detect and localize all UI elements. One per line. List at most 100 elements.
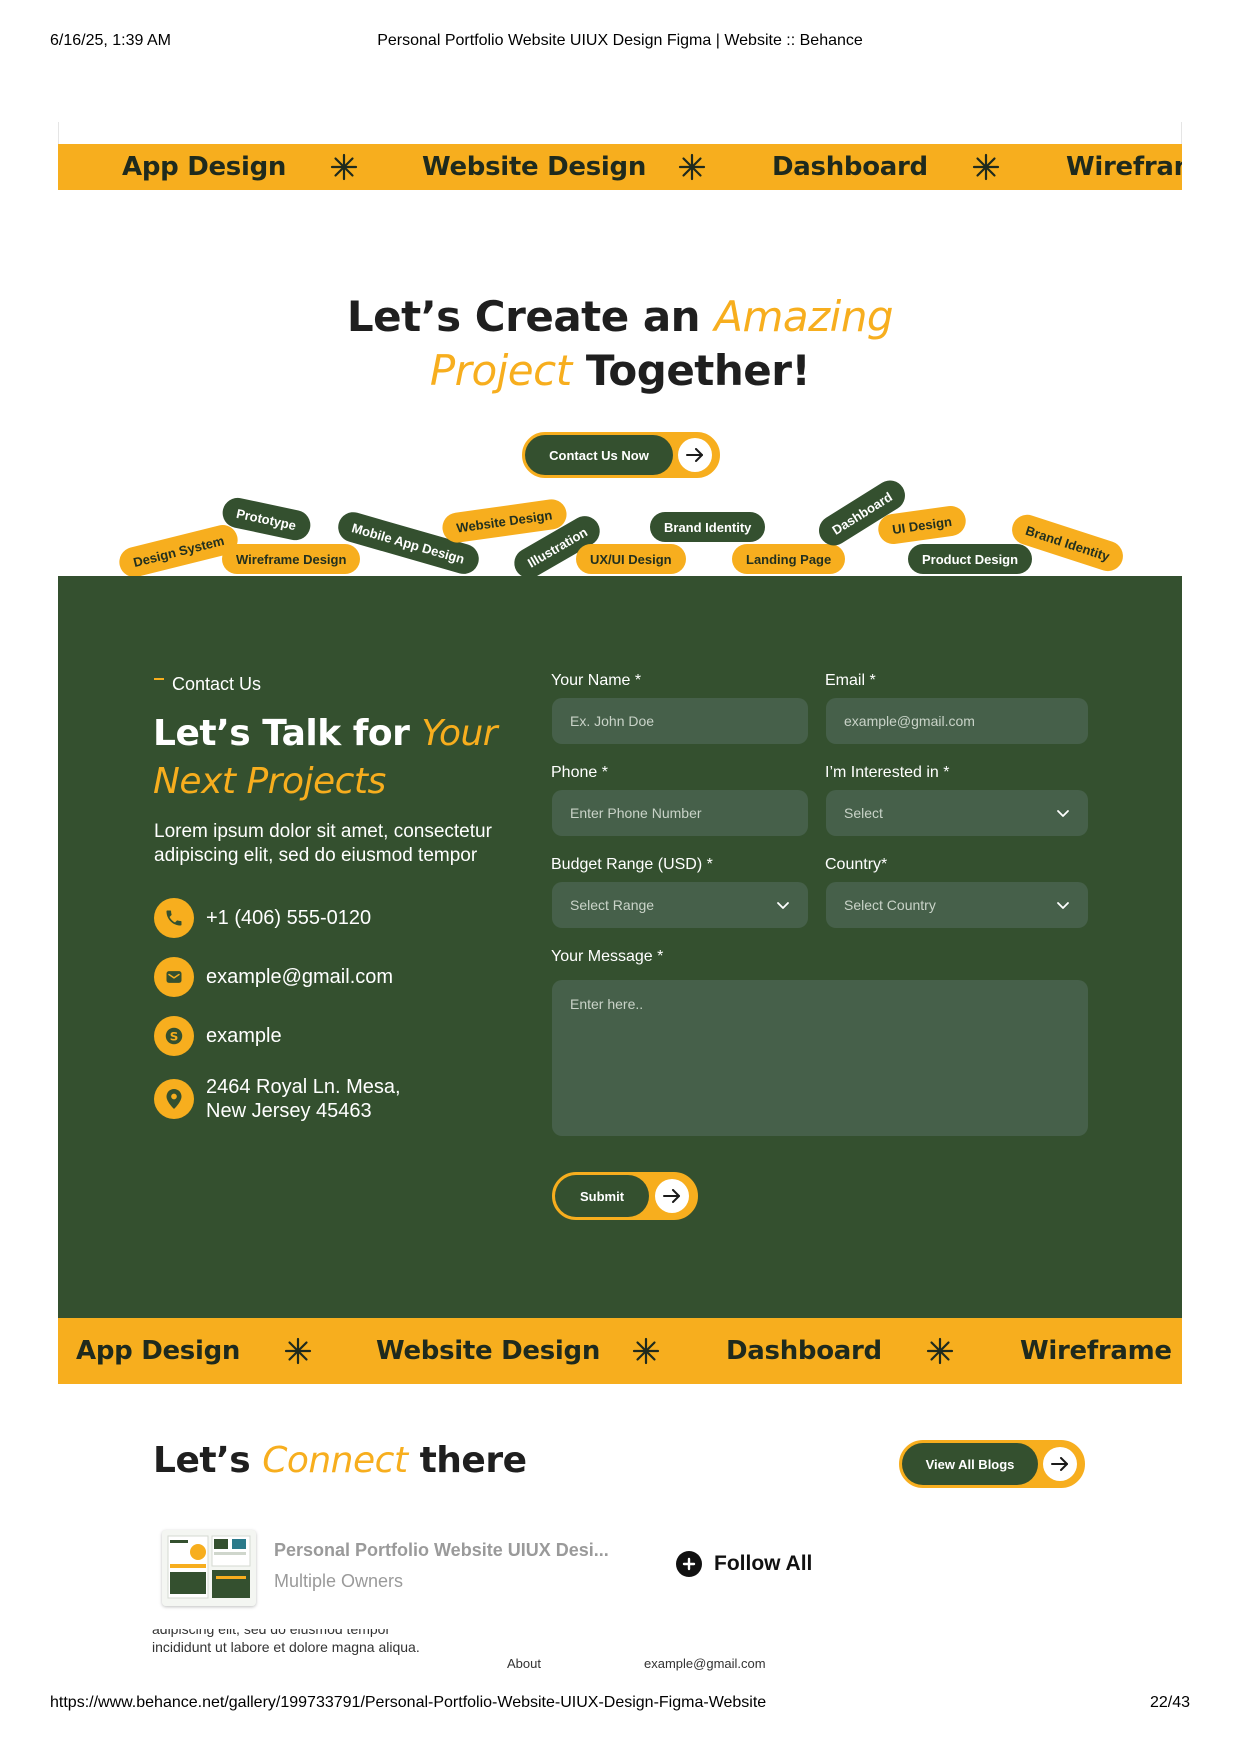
contact-eyebrow: Contact Us	[154, 674, 261, 695]
print-page-title: Personal Portfolio Website UIUX Design F…	[377, 32, 863, 49]
contact-eyebrow-label: Contact Us	[172, 674, 262, 694]
follow-all-button[interactable]: Follow All	[676, 1551, 812, 1577]
interest-label: I’m Interested in *	[825, 764, 950, 781]
svg-text:S: S	[170, 1030, 179, 1044]
marquee-item: Website Design	[422, 152, 647, 182]
tag-chip: Product Design	[908, 544, 1033, 574]
skype-handle: example	[206, 1025, 282, 1047]
phone-placeholder: Enter Phone Number	[570, 805, 702, 821]
message-textarea[interactable]: Enter here..	[552, 980, 1088, 1136]
connect-title-text: Let’s	[153, 1440, 263, 1481]
marquee-item: Dashboard	[772, 152, 928, 182]
skype-icon: S	[154, 1016, 194, 1056]
name-input[interactable]: Ex. John Doe	[552, 698, 808, 744]
chevron-down-icon	[1057, 810, 1069, 817]
footer-description: adipiscing elit, sed do eiusmod tempor i…	[152, 1629, 452, 1669]
chevron-down-icon	[777, 902, 789, 909]
tag-chip: UX/UI Design	[576, 544, 686, 574]
country-label: Country*	[825, 856, 888, 873]
email-input[interactable]: example@gmail.com	[826, 698, 1088, 744]
asterisk-icon	[926, 1337, 954, 1365]
project-owners[interactable]: Multiple Owners	[274, 1571, 403, 1592]
view-all-blogs-label: View All Blogs	[902, 1443, 1038, 1485]
asterisk-icon	[330, 153, 358, 181]
mail-icon	[154, 957, 194, 997]
email-label: Email *	[825, 672, 876, 689]
asterisk-icon	[972, 153, 1000, 181]
arrow-right-icon	[673, 438, 717, 472]
marquee-item: Website Design	[376, 1336, 601, 1366]
asterisk-icon	[284, 1337, 312, 1365]
budget-value: Select Range	[570, 897, 655, 913]
country-select[interactable]: Select Country	[826, 882, 1088, 928]
top-frame-edge	[58, 122, 1182, 144]
connect-title: Let’s Connect there	[153, 1440, 527, 1481]
print-page-number: 22/43	[1149, 1694, 1190, 1711]
address-text: 2464 Royal Ln. Mesa, New Jersey 45463	[206, 1076, 401, 1122]
interest-select[interactable]: Select	[826, 790, 1088, 836]
print-url: https://www.behance.net/gallery/19973379…	[50, 1694, 767, 1711]
contact-us-now-label: Contact Us Now	[525, 435, 673, 475]
follow-all-label: Follow All	[714, 1552, 813, 1575]
connect-title-accent: Connect	[262, 1440, 408, 1481]
location-pin-icon	[154, 1079, 194, 1119]
project-thumbnail[interactable]	[162, 1530, 256, 1606]
hero-title-text: Together!	[571, 346, 811, 395]
name-placeholder: Ex. John Doe	[570, 713, 655, 729]
marquee-item: Dashboard	[726, 1336, 882, 1366]
contact-us-now-button[interactable]: Contact Us Now	[522, 432, 720, 478]
email-row: example@gmail.com	[154, 957, 393, 997]
submit-label: Submit	[555, 1175, 649, 1217]
budget-label: Budget Range (USD) *	[551, 856, 713, 873]
email-address: example@gmail.com	[206, 966, 394, 988]
marquee-item: App Design	[76, 1336, 241, 1366]
contact-title-text: Let’s Talk for	[153, 713, 422, 754]
print-footer: https://www.behance.net/gallery/19973379…	[50, 1694, 1190, 1714]
name-label: Your Name *	[551, 672, 642, 689]
footer-email-link[interactable]: example@gmail.com	[644, 1656, 766, 1671]
project-thumbnail-graphic	[162, 1530, 256, 1606]
tag-chip: Landing Page	[732, 544, 846, 574]
footer-description-line: incididunt ut labore et dolore magna ali…	[152, 1639, 420, 1655]
phone-icon	[154, 898, 194, 938]
services-marquee-bottom: App Design Website Design Dashboard Wire…	[58, 1318, 1182, 1384]
asterisk-icon	[678, 153, 706, 181]
interest-value: Select	[844, 805, 883, 821]
connect-title-text: there	[407, 1440, 527, 1481]
tag-chip: Design System	[116, 521, 242, 581]
print-header: 6/16/25, 1:39 AM Personal Portfolio Webs…	[50, 32, 1190, 52]
footer-description-line: adipiscing elit, sed do eiusmod tempor	[152, 1629, 391, 1637]
submit-button[interactable]: Submit	[552, 1172, 698, 1220]
contact-title: Let’s Talk for Your Next Projects	[153, 710, 513, 806]
plus-icon	[676, 1551, 702, 1577]
services-marquee-top: App Design Website Design Dashboard Wire…	[58, 144, 1182, 190]
hero-title-text: Let’s Create an	[346, 292, 715, 341]
phone-row: +1 (406) 555-0120	[154, 898, 371, 938]
message-placeholder: Enter here..	[570, 996, 644, 1012]
marquee-item: Wirefram	[1066, 152, 1182, 182]
address-row: 2464 Royal Ln. Mesa, New Jersey 45463	[154, 1075, 446, 1123]
marquee-item: App Design	[122, 152, 287, 182]
marquee-item: Wireframe	[1020, 1336, 1172, 1366]
tag-chip: Brand Identity	[650, 512, 766, 542]
hero-title: Let’s Create an Amazing Project Together…	[0, 290, 1240, 398]
arrow-right-icon	[1038, 1447, 1082, 1481]
message-label: Your Message *	[551, 948, 664, 965]
project-title[interactable]: Personal Portfolio Website UIUX Desi...	[274, 1540, 609, 1561]
phone-number: +1 (406) 555-0120	[206, 907, 372, 929]
email-placeholder: example@gmail.com	[844, 713, 975, 729]
tag-chip: Wireframe Design	[222, 544, 361, 574]
hero-title-accent: Project	[429, 346, 572, 395]
phone-label: Phone *	[551, 764, 608, 781]
contact-description: Lorem ipsum dolor sit amet, consectetur …	[154, 821, 492, 866]
phone-input[interactable]: Enter Phone Number	[552, 790, 808, 836]
hero-title-accent: Amazing	[714, 292, 894, 341]
chevron-down-icon	[1057, 902, 1069, 909]
skype-row: S example	[154, 1016, 282, 1056]
country-value: Select Country	[844, 897, 936, 913]
view-all-blogs-button[interactable]: View All Blogs	[899, 1440, 1085, 1488]
asterisk-icon	[632, 1337, 660, 1365]
arrow-right-icon	[649, 1179, 695, 1213]
budget-select[interactable]: Select Range	[552, 882, 808, 928]
footer-about-link[interactable]: About	[507, 1656, 541, 1671]
